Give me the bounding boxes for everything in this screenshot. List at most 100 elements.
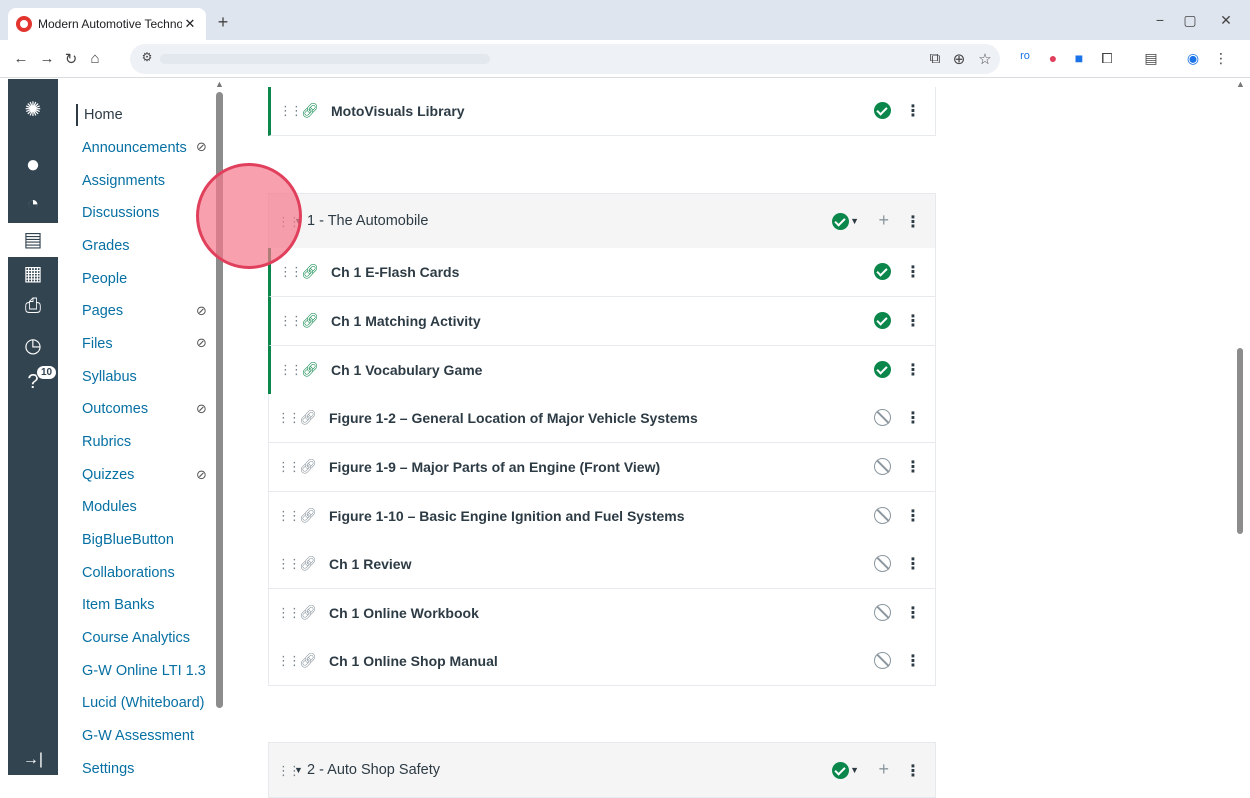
account-avatar-icon[interactable]: ● xyxy=(8,151,58,179)
content-scrollbar[interactable] xyxy=(1237,348,1243,534)
course-nav-course-analytics[interactable]: Course Analytics xyxy=(82,627,190,649)
drag-handle-icon[interactable]: ⋮⋮ xyxy=(277,605,301,621)
unpublished-icon[interactable] xyxy=(874,555,891,572)
restore-button[interactable]: ▢ xyxy=(1180,12,1200,29)
module-item[interactable]: ⋮⋮ 🔗︎ Ch 1 Matching Activity ⋮ xyxy=(268,297,936,346)
module-item[interactable]: ⋮⋮ 🔗︎ Ch 1 Online Workbook ⋮ xyxy=(268,589,936,638)
module-item-title[interactable]: Ch 1 Matching Activity xyxy=(331,313,481,329)
item-options-icon[interactable]: ⋮ xyxy=(905,262,921,282)
scroll-up-arrow-icon[interactable]: ▲ xyxy=(1236,79,1245,89)
unpublished-icon[interactable] xyxy=(874,409,891,426)
calendar-icon[interactable]: ▦ xyxy=(8,261,58,286)
published-icon[interactable] xyxy=(874,361,891,378)
dashboard-icon[interactable]: ◔ xyxy=(8,193,58,216)
item-options-icon[interactable]: ⋮ xyxy=(905,360,921,380)
publish-menu-caret-icon[interactable]: ▼ xyxy=(850,216,859,226)
forward-icon[interactable]: → xyxy=(38,50,56,67)
module-item-title[interactable]: Ch 1 E-Flash Cards xyxy=(331,264,459,280)
help-icon[interactable]: ? 10 xyxy=(8,365,58,394)
home-icon[interactable]: ⌂ xyxy=(86,50,104,67)
course-nav-collaborations[interactable]: Collaborations xyxy=(82,562,175,584)
module-options-icon[interactable]: ⋮ xyxy=(905,212,921,232)
item-options-icon[interactable]: ⋮ xyxy=(905,101,921,121)
drag-handle-icon[interactable]: ⋮⋮ xyxy=(279,103,303,119)
course-nav-item-banks[interactable]: Item Banks xyxy=(82,594,155,616)
canvas-logo-icon[interactable]: ✺ xyxy=(8,97,58,122)
collapse-nav-icon[interactable]: →| xyxy=(8,751,58,769)
minimize-button[interactable]: − xyxy=(1150,12,1170,28)
course-nav-gw-online-lti[interactable]: G-W Online LTI 1.3 xyxy=(82,660,206,682)
item-options-icon[interactable]: ⋮ xyxy=(905,457,921,477)
course-nav-bigbluebutton[interactable]: BigBlueButton xyxy=(82,529,174,551)
course-nav-lucid-whiteboard[interactable]: Lucid (Whiteboard) xyxy=(82,692,205,714)
courses-icon[interactable]: ▤ xyxy=(8,223,58,257)
scroll-up-arrow-icon[interactable]: ▲ xyxy=(215,79,224,89)
site-info-icon[interactable]: ⚙ xyxy=(138,50,156,64)
drag-handle-icon[interactable]: ⋮⋮ xyxy=(277,410,301,426)
module-item[interactable]: ⋮⋮ 🔗︎ Ch 1 Review ⋮ xyxy=(268,540,936,589)
unpublished-icon[interactable] xyxy=(874,652,891,669)
unpublished-icon[interactable] xyxy=(874,507,891,524)
unpublished-icon[interactable] xyxy=(874,458,891,475)
module-header[interactable]: ⋮⋮ ▼ 2 - Auto Shop Safety ▼ + ⋮ xyxy=(268,742,936,798)
drag-handle-icon[interactable]: ⋮⋮ xyxy=(279,264,303,280)
collapse-caret-icon[interactable]: ▼ xyxy=(294,765,303,775)
module-item[interactable]: ⋮⋮ 🔗︎ Ch 1 E-Flash Cards ⋮ xyxy=(268,248,936,297)
module-item[interactable]: ⋮⋮ 🔗︎ Figure 1-9 – Major Parts of an Eng… xyxy=(268,443,936,492)
course-nav-home[interactable]: Home xyxy=(76,104,123,126)
module-item[interactable]: ⋮⋮ 🔗︎ Ch 1 Online Shop Manual ⋮ xyxy=(268,637,936,686)
tab-close-icon[interactable]: ✕ xyxy=(182,16,198,32)
bookmark-star-icon[interactable]: ☆ xyxy=(976,50,994,68)
published-icon[interactable] xyxy=(874,102,891,119)
profile-icon[interactable]: ◉ xyxy=(1184,50,1202,67)
window-close-button[interactable]: ✕ xyxy=(1216,12,1236,29)
course-nav-settings[interactable]: Settings xyxy=(82,758,134,780)
drag-handle-icon[interactable]: ⋮⋮ xyxy=(279,362,303,378)
module-published-icon[interactable] xyxy=(832,762,849,779)
drag-handle-icon[interactable]: ⋮⋮ xyxy=(277,556,301,572)
extension-icon[interactable]: ● xyxy=(1044,50,1062,66)
history-icon[interactable]: ◷ xyxy=(8,333,58,358)
course-nav-assignments[interactable]: Assignments xyxy=(82,170,165,192)
module-item-title[interactable]: MotoVisuals Library xyxy=(331,103,465,119)
browser-menu-icon[interactable]: ⋮ xyxy=(1212,50,1230,67)
extension-icon[interactable]: ■ xyxy=(1070,50,1088,66)
address-bar[interactable]: ⚙ ⧉ ⊕ ☆ xyxy=(130,44,1000,74)
item-options-icon[interactable]: ⋮ xyxy=(905,651,921,671)
item-options-icon[interactable]: ⋮ xyxy=(905,311,921,331)
publish-menu-caret-icon[interactable]: ▼ xyxy=(850,765,859,775)
published-icon[interactable] xyxy=(874,312,891,329)
module-item-title[interactable]: Ch 1 Online Shop Manual xyxy=(329,653,498,669)
item-options-icon[interactable]: ⋮ xyxy=(905,506,921,526)
course-nav-gw-assessment[interactable]: G-W Assessment xyxy=(82,725,194,747)
module-item-title[interactable]: Ch 1 Online Workbook xyxy=(329,605,479,621)
extensions-puzzle-icon[interactable]: ⧠ xyxy=(1098,50,1116,67)
course-nav-pages[interactable]: Pages xyxy=(82,300,123,322)
add-item-icon[interactable]: + xyxy=(878,759,889,780)
drag-handle-icon[interactable]: ⋮⋮ xyxy=(277,508,301,524)
drag-handle-icon[interactable]: ⋮⋮ xyxy=(277,459,301,475)
drag-handle-icon[interactable]: ⋮⋮ xyxy=(277,653,301,669)
item-options-icon[interactable]: ⋮ xyxy=(905,408,921,428)
item-options-icon[interactable]: ⋮ xyxy=(905,603,921,623)
module-options-icon[interactable]: ⋮ xyxy=(905,761,921,781)
course-nav-rubrics[interactable]: Rubrics xyxy=(82,431,131,453)
course-nav-syllabus[interactable]: Syllabus xyxy=(82,366,137,388)
install-app-icon[interactable]: ⧉ xyxy=(926,50,944,67)
module-header[interactable]: ⋮⋮ ▼ 1 - The Automobile ▼ + ⋮ xyxy=(268,193,936,249)
module-item[interactable]: ⋮⋮ 🔗︎ Ch 1 Vocabulary Game ⋮ xyxy=(268,346,936,395)
module-item-title[interactable]: Ch 1 Vocabulary Game xyxy=(331,362,482,378)
back-icon[interactable]: ← xyxy=(12,50,30,67)
browser-tab[interactable]: Modern Automotive Technology ✕ xyxy=(8,8,206,40)
module-item-title[interactable]: Figure 1-2 – General Location of Major V… xyxy=(329,410,698,426)
course-nav-announcements[interactable]: Announcements xyxy=(82,137,187,159)
course-nav-outcomes[interactable]: Outcomes xyxy=(82,398,148,420)
course-nav-discussions[interactable]: Discussions xyxy=(82,202,159,224)
course-nav-files[interactable]: Files xyxy=(82,333,113,355)
module-item[interactable]: ⋮⋮ 🔗︎ Figure 1-10 – Basic Engine Ignitio… xyxy=(268,492,936,541)
module-item[interactable]: ⋮⋮ 🔗︎ MotoVisuals Library ⋮ xyxy=(268,87,936,136)
module-item-title[interactable]: Figure 1-10 – Basic Engine Ignition and … xyxy=(329,508,685,524)
add-item-icon[interactable]: + xyxy=(878,210,889,231)
inbox-icon[interactable]: ⎙ xyxy=(8,295,58,318)
drag-handle-icon[interactable]: ⋮⋮ xyxy=(279,313,303,329)
